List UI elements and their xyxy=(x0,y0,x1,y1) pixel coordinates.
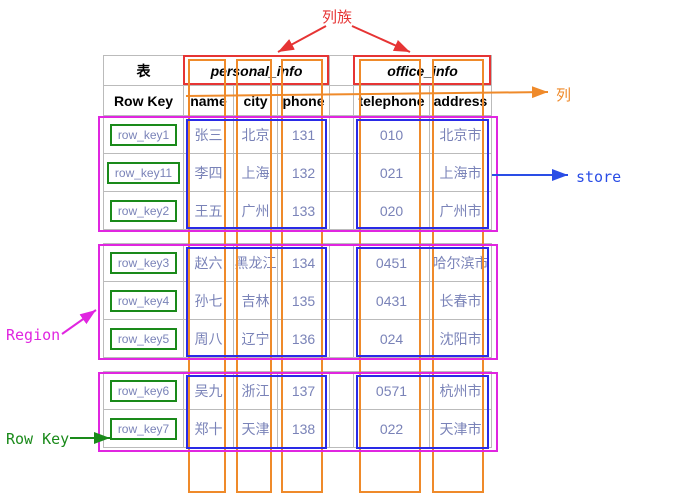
table-corner: 表 xyxy=(104,56,184,86)
spacer xyxy=(330,56,354,86)
store-o2 xyxy=(356,247,489,357)
label-column: 列 xyxy=(556,84,571,105)
label-store: store xyxy=(576,168,621,186)
store-p2 xyxy=(186,247,327,357)
store-o1 xyxy=(356,119,489,229)
store-p3 xyxy=(186,375,327,449)
label-column-family: 列族 xyxy=(322,6,352,27)
label-rowkey: Row Key xyxy=(6,430,69,448)
col-rowkey: Row Key xyxy=(104,86,184,116)
label-region: Region xyxy=(6,326,60,344)
store-p1 xyxy=(186,119,327,229)
spacer xyxy=(330,86,354,116)
store-o3 xyxy=(356,375,489,449)
